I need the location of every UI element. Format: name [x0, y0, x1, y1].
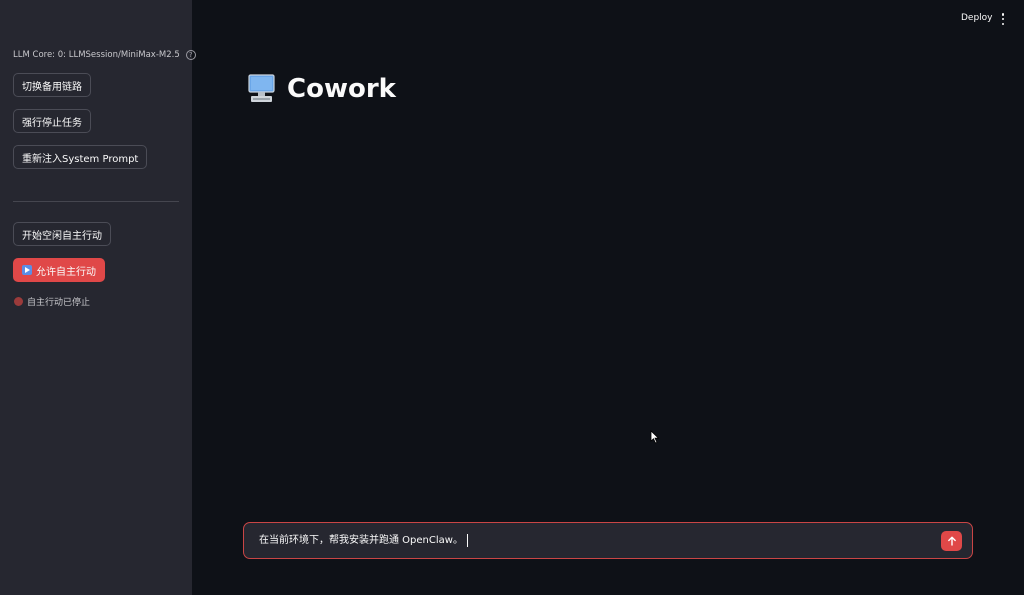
desktop-computer-icon: [248, 74, 275, 102]
chat-input-value: 在当前环境下，帮我安装并跑通 OpenClaw。: [259, 535, 463, 546]
page-title: Cowork: [248, 74, 396, 104]
play-icon: [22, 265, 32, 275]
allow-autonomous-label: 允许自主行动: [36, 266, 96, 278]
llm-core-text: LLM Core: 0: LLMSession/MiniMax-M2.5: [13, 50, 180, 60]
deploy-button[interactable]: Deploy: [961, 13, 993, 23]
reinject-system-prompt-button[interactable]: 重新注入System Prompt: [13, 145, 148, 169]
switch-backup-link-button[interactable]: 切换备用链路: [13, 73, 91, 97]
status-dot-icon: [14, 297, 23, 306]
help-icon[interactable]: ?: [185, 50, 196, 60]
status-text: 自主行动已停止: [27, 298, 91, 308]
start-idle-autonomous-button[interactable]: 开始空闲自主行动: [13, 222, 111, 246]
arrow-up-icon: [947, 536, 956, 546]
send-button[interactable]: [941, 531, 962, 551]
more-options-icon[interactable]: [1000, 13, 1006, 25]
mouse-cursor-icon: [650, 430, 660, 444]
sidebar-divider: [13, 201, 179, 202]
text-caret: [466, 534, 468, 547]
sidebar: LLM Core: 0: LLMSession/MiniMax-M2.5 ? 切…: [0, 0, 196, 595]
page-title-text: Cowork: [287, 74, 396, 104]
allow-autonomous-button[interactable]: 允许自主行动: [13, 258, 105, 282]
llm-core-label: LLM Core: 0: LLMSession/MiniMax-M2.5 ?: [13, 50, 196, 60]
chat-input-text[interactable]: 在当前环境下，帮我安装并跑通 OpenClaw。: [259, 523, 468, 558]
autonomous-status: 自主行动已停止: [14, 295, 90, 308]
chat-input[interactable]: 在当前环境下，帮我安装并跑通 OpenClaw。: [243, 522, 973, 559]
app-root: LLM Core: 0: LLMSession/MiniMax-M2.5 ? 切…: [0, 0, 1024, 595]
force-stop-task-button[interactable]: 强行停止任务: [13, 109, 91, 133]
